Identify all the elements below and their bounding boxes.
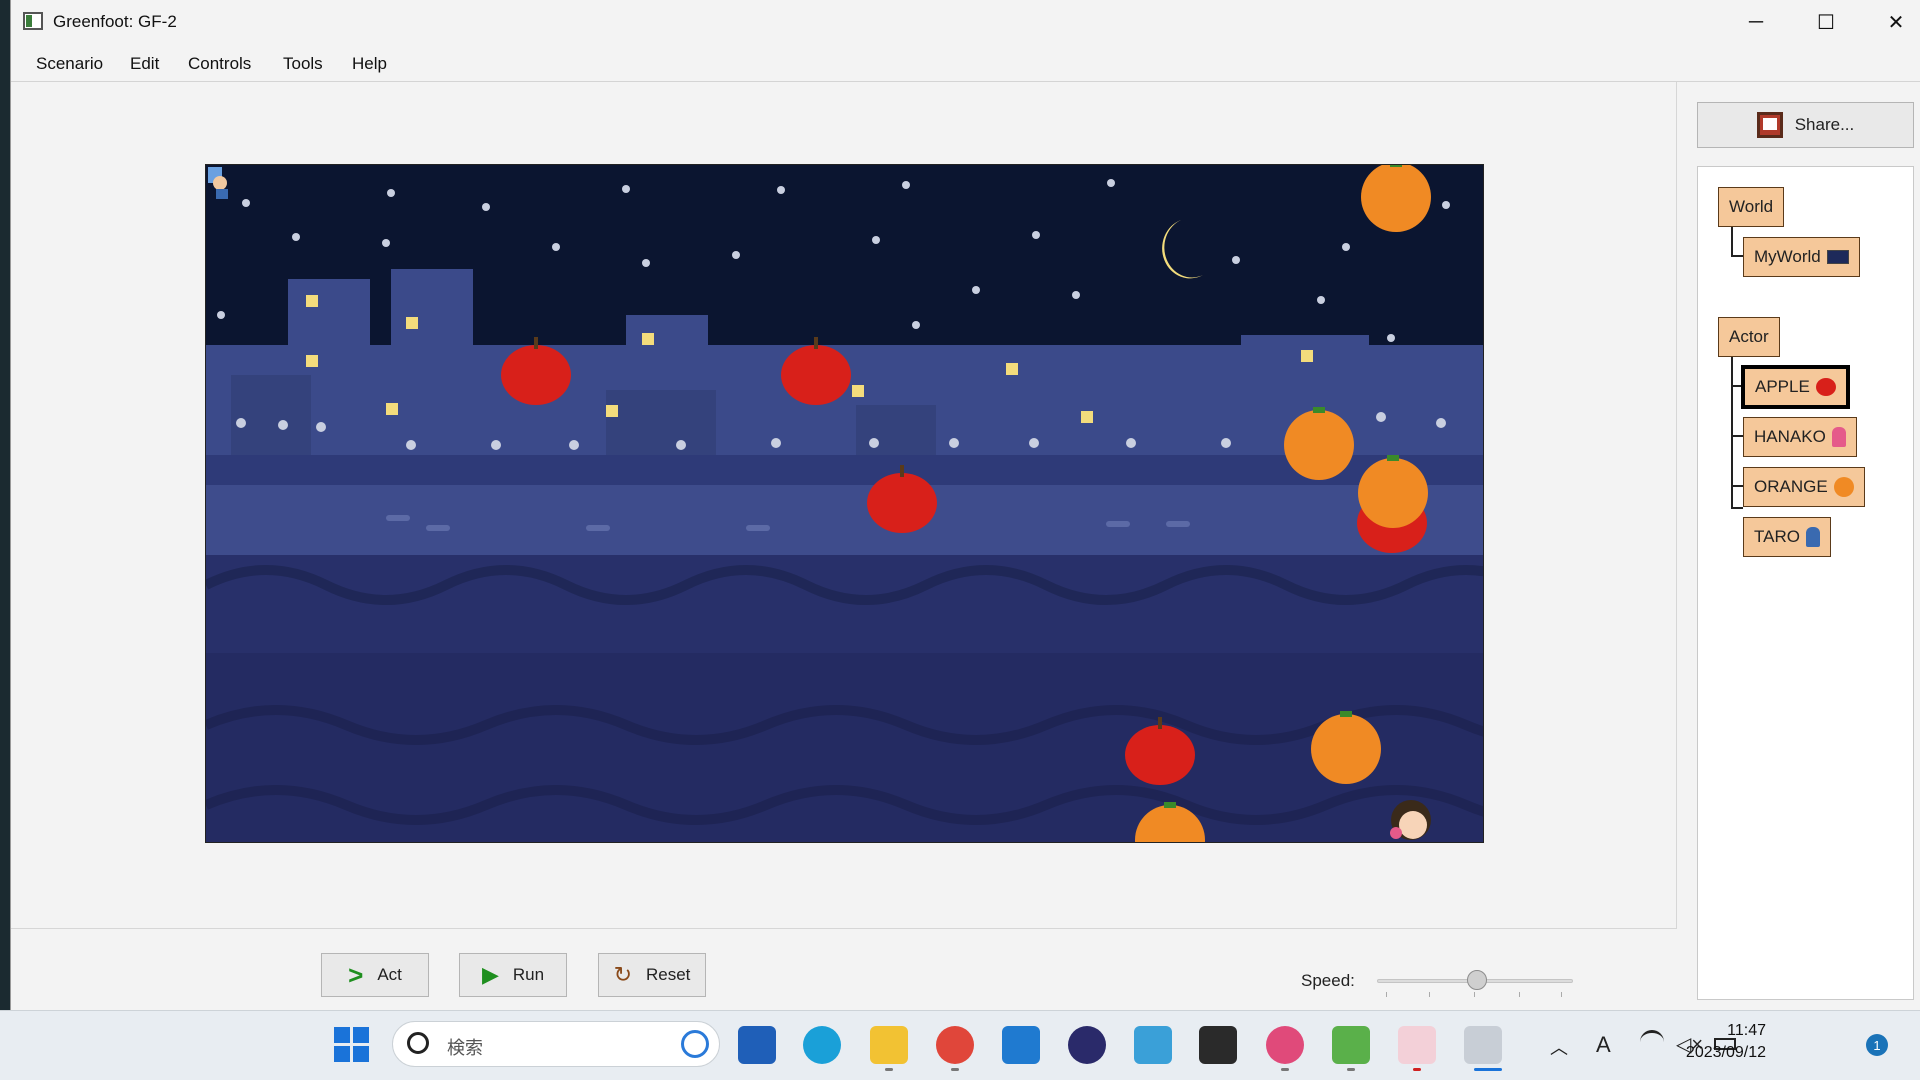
notification-badge[interactable]: 1 — [1866, 1034, 1888, 1056]
edge-icon[interactable] — [803, 1026, 841, 1064]
speed-slider-thumb[interactable] — [1467, 970, 1487, 990]
running-indicator — [951, 1068, 959, 1071]
class-apple-label: APPLE — [1755, 377, 1810, 396]
greenfoot-taskbar-icon[interactable] — [1464, 1026, 1502, 1064]
menu-help[interactable]: Help — [352, 54, 387, 74]
run-label: Run — [512, 965, 545, 984]
slider-tick — [1429, 992, 1430, 997]
slack-icon[interactable] — [1266, 1026, 1304, 1064]
share-label: Share... — [1794, 115, 1855, 134]
orange-actor[interactable] — [1361, 165, 1431, 232]
slider-tick — [1519, 992, 1520, 997]
reset-button[interactable]: ↻ Reset — [598, 953, 706, 997]
terminal-icon[interactable] — [1199, 1026, 1237, 1064]
chrome-icon[interactable] — [936, 1026, 974, 1064]
search-icon — [407, 1032, 429, 1054]
chevron-up-icon[interactable]: ︿ — [1550, 1034, 1568, 1060]
slider-tick — [1386, 992, 1387, 997]
class-actor-label: Actor — [1729, 327, 1769, 346]
class-orange[interactable]: ORANGE — [1743, 467, 1865, 507]
bushes — [206, 555, 1483, 655]
slider-tick — [1474, 992, 1475, 997]
maximize-button[interactable]: ☐ — [1791, 0, 1861, 44]
eclipse-icon[interactable] — [1068, 1026, 1106, 1064]
title-bar: Greenfoot: GF-2 ─ ☐ ✕ — [11, 0, 1920, 44]
class-taro-label: TARO — [1754, 527, 1800, 546]
taskbar-search-box[interactable]: 検索 — [392, 1021, 720, 1067]
slider-tick — [1561, 992, 1562, 997]
close-button[interactable]: ✕ — [1861, 0, 1920, 44]
easel-icon — [1756, 112, 1783, 138]
act-button[interactable]: > Act — [321, 953, 429, 997]
run-button[interactable]: ▶ Run — [459, 953, 567, 997]
controls-bar: > Act ▶ Run ↻ Reset Speed: — [11, 928, 1677, 1010]
window-title: Greenfoot: GF-2 — [53, 12, 177, 31]
running-indicator — [1347, 1068, 1355, 1071]
running-indicator — [885, 1068, 893, 1071]
act-label: Act — [377, 965, 402, 984]
running-indicator — [1281, 1068, 1289, 1071]
inheritance-line — [1731, 227, 1733, 257]
act-icon: > — [348, 960, 364, 990]
inheritance-line — [1731, 507, 1743, 509]
class-myworld[interactable]: MyWorld — [1743, 237, 1860, 277]
reset-icon: ↻ — [613, 962, 632, 987]
minimize-button[interactable]: ─ — [1721, 0, 1791, 44]
running-indicator — [1413, 1068, 1421, 1071]
myworld-thumbnail-icon — [1826, 250, 1849, 264]
sourcetree-icon[interactable] — [1332, 1026, 1370, 1064]
class-taro[interactable]: TARO — [1743, 517, 1831, 557]
menu-edit[interactable]: Edit — [130, 54, 159, 74]
world-area — [11, 82, 1677, 928]
menu-bar: Scenario Edit Controls Tools Help — [11, 44, 1920, 82]
greenfoot-window: Greenfoot: GF-2 ─ ☐ ✕ Scenario Edit Cont… — [10, 0, 1920, 1010]
microsoft-store-icon[interactable] — [738, 1026, 776, 1064]
class-hanako[interactable]: HANAKO — [1743, 417, 1857, 457]
inheritance-line — [1731, 485, 1743, 487]
inheritance-line — [1731, 255, 1743, 257]
share-button[interactable]: Share... — [1697, 102, 1914, 148]
hanako-icon — [1831, 427, 1846, 447]
bing-icon — [681, 1030, 709, 1058]
orange-icon — [1833, 477, 1854, 497]
menu-scenario[interactable]: Scenario — [36, 54, 103, 74]
active-app-indicator — [1474, 1068, 1502, 1071]
class-world-label: World — [1729, 197, 1774, 216]
apple-icon — [1815, 378, 1836, 396]
clock-date[interactable]: 2023/09/12 — [1656, 1044, 1766, 1062]
menu-controls[interactable]: Controls — [188, 54, 251, 74]
file-explorer-icon[interactable] — [870, 1026, 908, 1064]
speed-label: Speed: — [1301, 971, 1355, 990]
class-orange-label: ORANGE — [1754, 477, 1828, 496]
play-icon: ▶ — [481, 962, 499, 987]
reset-label: Reset — [646, 965, 691, 984]
menu-tools[interactable]: Tools — [283, 54, 323, 74]
ime-icon[interactable]: A — [1596, 1032, 1611, 1058]
world-canvas[interactable] — [205, 164, 1484, 843]
class-world[interactable]: World — [1718, 187, 1785, 227]
vscode-icon[interactable] — [1002, 1026, 1040, 1064]
class-apple[interactable]: APPLE — [1741, 365, 1850, 409]
clock-time[interactable]: 11:47 — [1656, 1022, 1766, 1040]
inheritance-line — [1731, 435, 1743, 437]
app-stack-icon[interactable] — [1134, 1026, 1172, 1064]
night-river-scene — [206, 165, 1483, 842]
class-actor[interactable]: Actor — [1718, 317, 1780, 357]
search-placeholder: 検索 — [447, 1038, 483, 1058]
greenfoot-app-icon — [23, 12, 43, 30]
windows-start-icon[interactable] — [334, 1027, 370, 1063]
class-hanako-label: HANAKO — [1754, 427, 1826, 446]
taro-icon — [1805, 527, 1820, 547]
class-diagram: World MyWorld Actor APPLE HANAKO ORANGE — [1697, 166, 1914, 1000]
snipping-tool-icon[interactable] — [1398, 1026, 1436, 1064]
class-myworld-label: MyWorld — [1754, 247, 1821, 266]
